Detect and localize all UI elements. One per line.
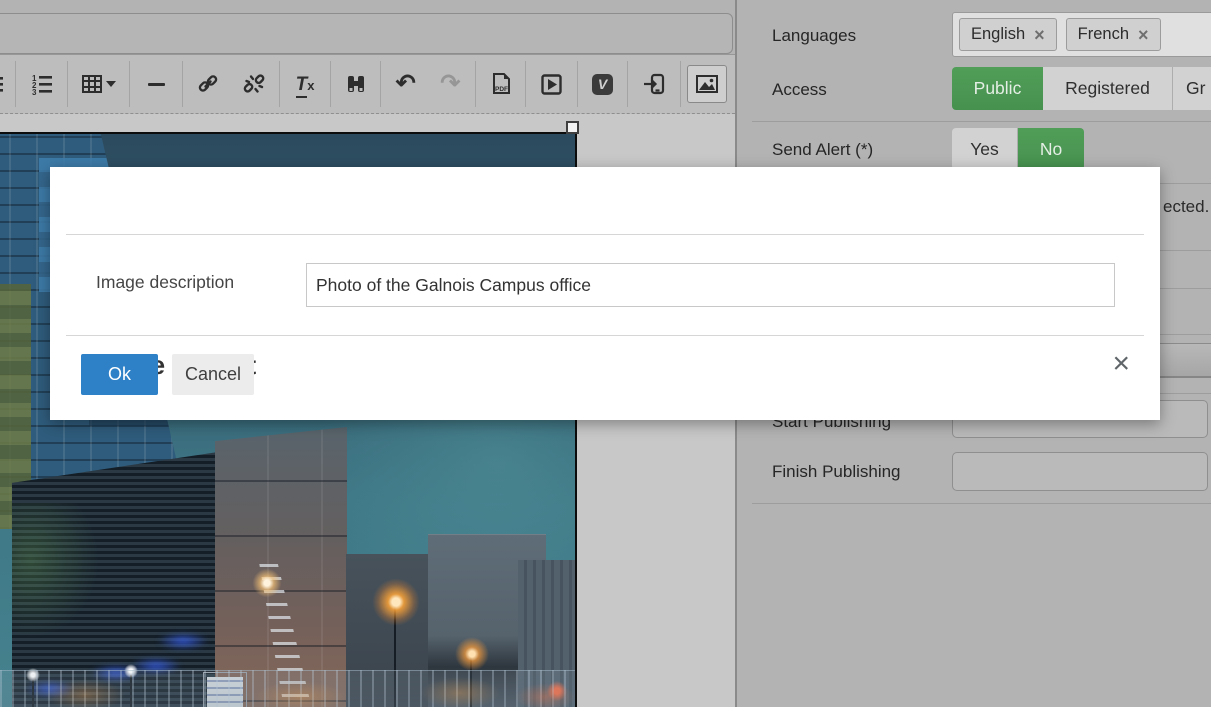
toolbar-group-clearfmt: Tx	[280, 61, 331, 107]
send-alert-no-button[interactable]: No	[1018, 128, 1084, 170]
pdf-export-icon[interactable]: PDF	[481, 65, 521, 103]
ok-button[interactable]: Ok	[81, 354, 158, 395]
toolbar-group-cut	[0, 61, 16, 107]
image-description-label: Image description	[96, 272, 234, 293]
toolbar-group-hr	[130, 61, 183, 107]
chip-label: French	[1078, 25, 1129, 44]
unlink-icon[interactable]	[234, 65, 274, 103]
toolbar-group-image	[681, 61, 733, 107]
find-replace-icon[interactable]	[336, 65, 376, 103]
divider	[66, 335, 1144, 336]
languages-label: Languages	[772, 26, 856, 46]
toolbar-group-mobile	[628, 61, 681, 107]
remove-icon[interactable]: ×	[1034, 26, 1045, 44]
access-public-button[interactable]: Public	[952, 67, 1043, 110]
send-alert-label: Send Alert (*)	[772, 140, 873, 160]
svg-text:3: 3	[32, 88, 37, 95]
stair-lamp	[250, 566, 284, 600]
toolbar-group-table	[68, 61, 130, 107]
louvered-building	[12, 452, 218, 707]
svg-text:PDF: PDF	[495, 86, 508, 93]
toolbar-group-undoredo: ↶ ↷	[381, 61, 476, 107]
bullet-list-icon[interactable]	[0, 65, 14, 103]
send-alert-button-group: Yes No	[952, 128, 1084, 170]
finish-publishing-input[interactable]	[952, 452, 1208, 491]
street-lamp	[368, 574, 424, 630]
chevron-down-icon	[106, 81, 116, 87]
screen: 1 2 3	[0, 0, 1211, 707]
title-input[interactable]	[0, 13, 733, 54]
image-alt-dialog: Image alt text × Image description Ok Ca…	[50, 167, 1160, 420]
editor-toolbar: 1 2 3	[0, 54, 735, 114]
toolbar-group-find	[331, 61, 381, 107]
green-glow	[12, 503, 105, 644]
language-chip[interactable]: French ×	[1066, 18, 1161, 51]
toolbar-group-links	[183, 61, 280, 107]
link-icon[interactable]	[188, 65, 228, 103]
toolbar-group-numlist: 1 2 3	[16, 61, 68, 107]
clear-formatting-icon[interactable]: Tx	[285, 65, 325, 103]
image-resize-handle[interactable]	[566, 121, 579, 134]
access-label: Access	[772, 80, 827, 100]
cancel-button[interactable]: Cancel	[172, 354, 254, 395]
ground-glow	[0, 677, 575, 707]
street-lamp	[452, 634, 492, 674]
undo-icon[interactable]: ↶	[386, 65, 426, 103]
image-description-input[interactable]	[306, 263, 1115, 307]
vimeo-icon[interactable]: V	[583, 65, 623, 103]
remove-icon[interactable]: ×	[1138, 26, 1149, 44]
image-icon[interactable]	[687, 65, 727, 103]
numbered-list-icon[interactable]: 1 2 3	[22, 65, 62, 103]
toolbar-group-media	[526, 61, 578, 107]
language-chip[interactable]: English ×	[959, 18, 1057, 51]
divider	[752, 121, 1211, 122]
toolbar-group-vimeo: V	[578, 61, 628, 107]
finish-publishing-label: Finish Publishing	[772, 462, 901, 482]
access-groups-button[interactable]: Gr	[1173, 67, 1211, 110]
group-message-text: ected.	[1163, 197, 1209, 217]
mobile-login-icon[interactable]	[634, 65, 674, 103]
access-button-group: Public Registered Gr	[952, 67, 1211, 110]
table-icon[interactable]	[73, 65, 125, 103]
access-registered-button[interactable]: Registered	[1043, 67, 1173, 110]
media-play-icon[interactable]	[532, 65, 572, 103]
toolbar-group-pdf: PDF	[476, 61, 526, 107]
divider	[66, 234, 1144, 235]
chip-label: English	[971, 25, 1025, 44]
horizontal-rule-icon[interactable]	[136, 65, 176, 103]
close-icon[interactable]: ×	[1112, 349, 1130, 379]
divider	[752, 503, 1211, 504]
languages-field[interactable]: English × French ×	[952, 12, 1211, 57]
blue-glow	[157, 632, 209, 650]
redo-icon[interactable]: ↷	[430, 65, 470, 103]
send-alert-yes-button[interactable]: Yes	[952, 128, 1018, 170]
